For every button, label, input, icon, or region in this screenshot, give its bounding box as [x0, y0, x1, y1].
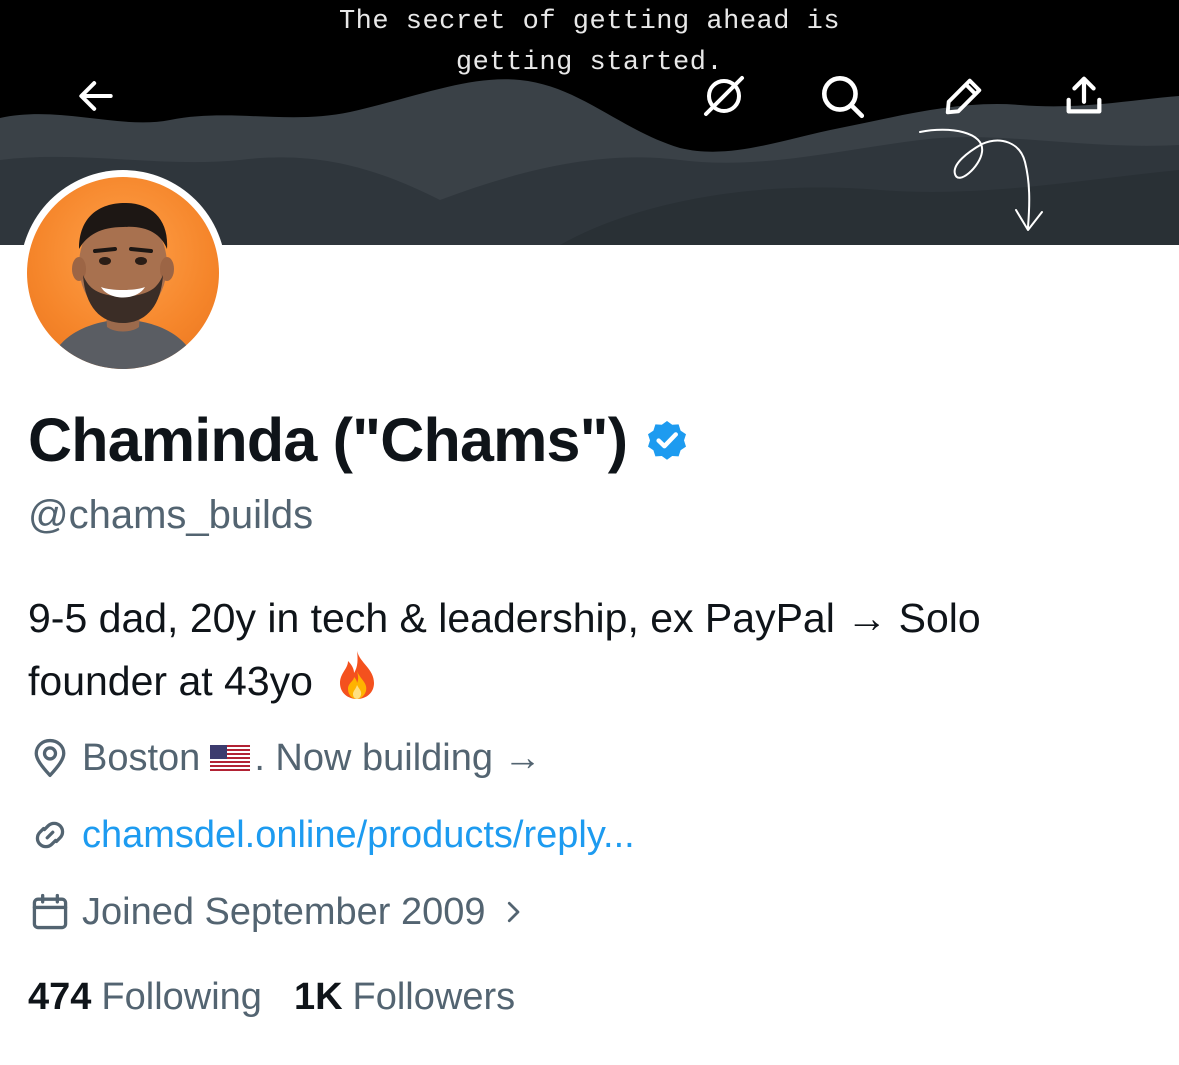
share-icon: [1066, 76, 1102, 114]
arrow-left-icon: [79, 81, 113, 111]
verified-badge-icon[interactable]: [643, 416, 691, 464]
avatar-photo: [27, 177, 219, 369]
following-link[interactable]: 474 Following: [28, 976, 262, 1019]
pencil-icon: [945, 78, 982, 115]
bio-line2-wrap: founder at 43yo: [28, 649, 1128, 712]
followers-count: 1K: [293, 976, 343, 1018]
followers-link[interactable]: 1K Followers: [294, 976, 515, 1019]
back-button[interactable]: [48, 48, 144, 144]
search-button[interactable]: [794, 48, 890, 144]
calendar-icon: [32, 893, 68, 930]
scribble-arrow-drawing: [919, 128, 1043, 231]
following-label: Following: [101, 976, 262, 1018]
following-count: 474: [28, 976, 92, 1018]
location-pin-icon: [34, 738, 66, 778]
bell-off-icon: [704, 76, 744, 116]
avatar[interactable]: [20, 170, 226, 376]
location-text: Boston: [82, 736, 201, 779]
followers-label: Followers: [352, 976, 516, 1018]
us-flag-icon: [210, 745, 251, 771]
avatar-portrait: [47, 203, 199, 369]
search-icon: [822, 76, 865, 119]
profile-location: Boston . Now building →: [28, 736, 542, 780]
website-link[interactable]: chamsdel.online/products/reply...: [82, 814, 635, 857]
chevron-right-icon: [507, 901, 519, 923]
profile-bio: 9-5 dad, 20y in tech & leadership, ex Pa…: [28, 588, 1128, 712]
link-icon: [35, 821, 65, 849]
profile-name-row: Chaminda ("Chams"): [28, 405, 691, 475]
mute-button[interactable]: [676, 48, 772, 144]
profile-handle: @chams_builds: [28, 493, 314, 537]
banner-quote-line1: The secret of getting ahead is: [338, 7, 841, 37]
profile-name: Chaminda ("Chams"): [28, 406, 628, 474]
profile-joined[interactable]: Joined September 2009: [28, 890, 528, 934]
bio-line2: founder at 43yo: [28, 658, 313, 704]
fire-emoji-icon: [340, 651, 375, 699]
joined-text: Joined September 2009: [82, 890, 486, 933]
location-suffix: . Now building →: [254, 736, 542, 779]
bio-line1: 9-5 dad, 20y in tech & leadership, ex Pa…: [28, 595, 981, 641]
profile-stats: 474 Following 1K Followers: [28, 976, 515, 1019]
profile-website[interactable]: chamsdel.online/products/reply...: [28, 813, 635, 857]
